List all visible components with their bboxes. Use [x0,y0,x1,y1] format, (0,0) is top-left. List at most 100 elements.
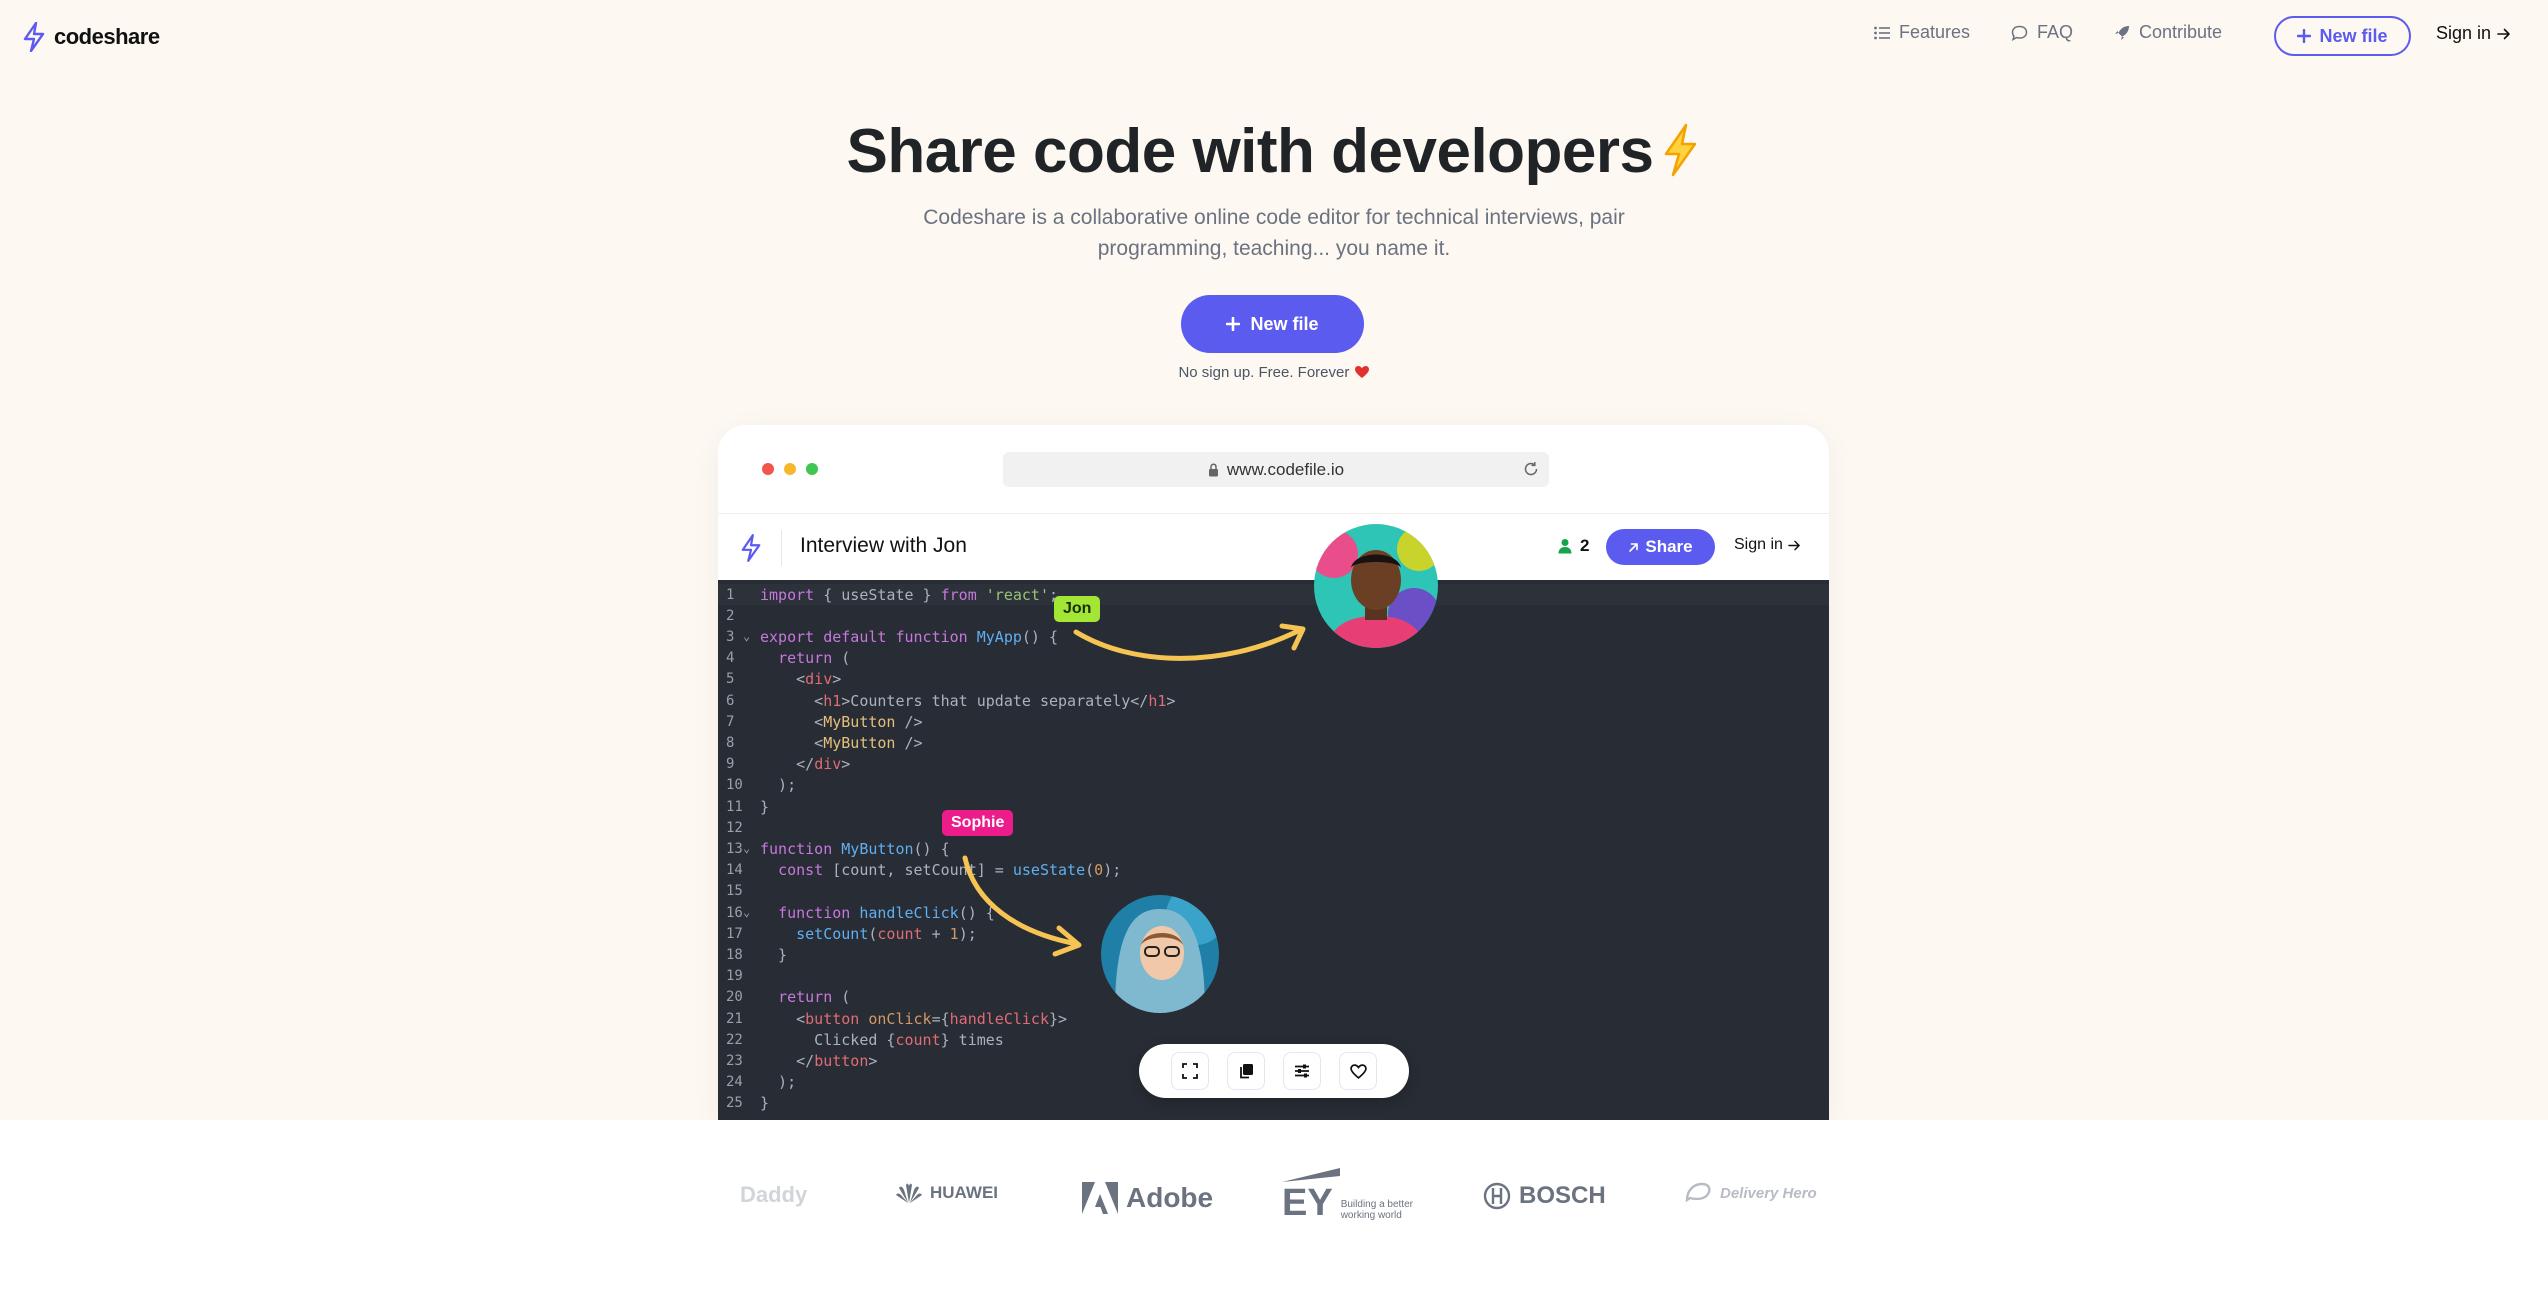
nav-contribute[interactable]: Contribute [2114,22,2222,43]
cursor-tag-sophie: Sophie [942,810,1014,836]
header-divider [781,530,782,566]
line-number: 15 [726,883,743,900]
code-line[interactable]: 9 </div> [718,754,1829,775]
line-number: 13 ⌄ [726,840,751,857]
code-text: setCount(count + 1); [796,924,977,943]
sophie-arrow [962,855,1082,957]
fold-chevron-icon[interactable]: ⌄ [743,841,750,855]
copy-button[interactable] [1227,1052,1265,1090]
code-line[interactable]: 18 } [718,944,1829,965]
arrow-up-right-icon [1629,542,1639,552]
fullscreen-button[interactable] [1171,1052,1209,1090]
ey-bar-icon [1282,1168,1340,1182]
hero-note-text: No sign up. Free. Forever [1178,364,1350,381]
hero-new-file-label: New file [1250,313,1319,334]
code-line[interactable]: 21 <button onClick={handleClick}> [718,1008,1829,1029]
code-line[interactable]: 17 setCount(count + 1); [718,923,1829,944]
user-count-value: 2 [1580,536,1590,555]
bosch-icon [1483,1182,1511,1210]
line-number: 3 ⌄ [726,628,751,645]
code-line[interactable]: 11} [718,796,1829,817]
code-text: return ( [778,649,851,668]
code-line[interactable]: 13 ⌄ function MyButton() { [718,838,1829,859]
brand-name: codeshare [54,24,160,49]
line-number: 20 [726,989,743,1006]
nav-features[interactable]: Features [1874,22,1970,43]
code-line[interactable]: 19 [718,966,1829,987]
settings-button[interactable] [1283,1052,1321,1090]
code-text: } [760,945,788,964]
line-number: 11 [726,798,743,815]
adobe-icon [1082,1182,1118,1214]
code-text: <MyButton /> [760,712,923,731]
arrow-right-icon [1788,540,1800,550]
hero-new-file-button[interactable]: New file [1181,295,1364,353]
cursor-tag-jon: Jon [1054,596,1101,622]
nav-sign-in-link[interactable]: Sign in [2436,23,2511,44]
share-button[interactable]: Share [1606,529,1715,565]
line-number: 10 [726,777,743,794]
code-line[interactable]: 10 ); [718,775,1829,796]
line-number: 12 [726,819,743,836]
heart-icon [1354,366,1369,378]
code-text: function MyButton() { [760,839,950,858]
line-number: 23 [726,1052,743,1069]
window-close-dot [762,463,774,475]
nav-new-file-label: New file [2319,25,2388,46]
favorite-button[interactable] [1339,1052,1377,1090]
app-sign-in-link[interactable]: Sign in [1734,536,1801,554]
code-text: Clicked {count} times [760,1030,1004,1049]
code-text: export default function MyApp() { [760,627,1059,646]
jon-arrow [1073,623,1306,661]
code-text: ); [760,1073,797,1092]
top-nav: codeshare Features FAQ Contribute New fi… [0,0,2548,70]
lock-icon [1208,463,1218,476]
line-number: 17 [726,925,743,942]
code-line[interactable]: 15 [718,881,1829,902]
file-title[interactable]: Interview with Jon [800,534,967,558]
code-line[interactable]: 1 import { useState } from 'react'; [718,584,1829,605]
plus-icon [1226,317,1241,331]
line-number: 7 [726,713,735,730]
avatar-jon [1314,524,1438,648]
code-line[interactable]: 12 [718,817,1829,838]
line-number: 22 [726,1031,743,1048]
logo-bosch: BOSCH [1483,1182,1606,1210]
line-number: 25 [726,1095,743,1112]
line-number: 6 [726,692,735,709]
code-text: ); [760,776,797,795]
code-line[interactable]: 8 <MyButton /> [718,732,1829,753]
line-number: 8 [726,734,735,751]
sliders-icon [1295,1064,1309,1078]
code-text: <h1>Counters that update separately</h1> [760,691,1176,710]
code-line[interactable]: 14 const [count, setCount] = useState(0)… [718,860,1829,881]
nav-new-file-button[interactable]: New file [2274,16,2411,56]
user-count[interactable]: 2 [1558,536,1589,556]
nav-faq[interactable]: FAQ [2011,22,2073,43]
line-number: 16 ⌄ [726,904,751,921]
fold-chevron-icon[interactable]: ⌄ [743,629,750,643]
fold-chevron-icon[interactable]: ⌄ [743,905,750,919]
hero-subtitle: Codeshare is a collaborative online code… [923,206,1625,260]
reload-icon[interactable] [1523,461,1539,477]
logo-huawei: HUAWEI [896,1182,998,1204]
chat-bubble-icon [2011,25,2028,41]
app-header: Interview with Jon 2 Share Sign in [718,513,1829,580]
url-bar[interactable]: www.codefile.io [1003,452,1549,487]
lightning-icon[interactable] [740,534,762,562]
editor-preview-window: www.codefile.io Interview with Jon 2 Sha… [718,425,1829,1121]
logo-delivery-hero: Delivery Hero [1684,1182,1817,1204]
line-number: 19 [726,968,743,985]
huawei-icon [896,1183,922,1203]
line-number: 1 [726,586,735,603]
code-line[interactable]: 7 <MyButton /> [718,711,1829,732]
code-text: } [760,797,770,816]
lightning-icon [23,22,45,52]
lightning-emoji-icon [1664,123,1696,177]
list-icon [1874,26,1890,39]
code-line[interactable]: 16 ⌄ function handleClick() { [718,902,1829,923]
code-line[interactable]: 6 <h1>Counters that update separately</h… [718,690,1829,711]
code-line[interactable]: 20 return ( [718,987,1829,1008]
line-number: 14 [726,862,743,879]
brand-logo[interactable]: codeshare [22,22,160,52]
